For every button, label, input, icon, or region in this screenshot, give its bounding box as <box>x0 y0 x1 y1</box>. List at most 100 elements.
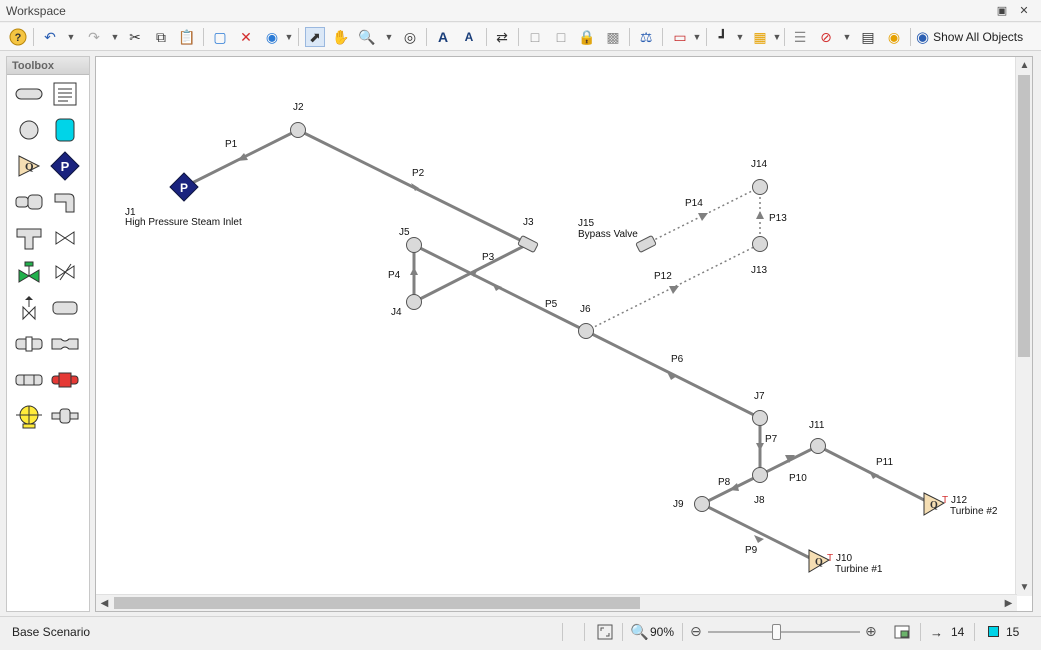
copy-icon[interactable]: ⧉ <box>151 27 171 47</box>
pipe-shape-dropdown-icon[interactable]: ▼ <box>692 27 702 47</box>
toolbar-separator <box>33 28 34 46</box>
pipe-network-diagram[interactable]: P Q Q J1 High Pressure Steam Inlet J2 J3… <box>96 57 1017 596</box>
area-change-tool-icon[interactable] <box>14 187 44 217</box>
assigned-flow-tool-icon[interactable]: Q <box>14 151 44 181</box>
screen-tool-icon[interactable] <box>14 329 44 359</box>
distribute-dropdown-icon[interactable]: ▼ <box>772 27 782 47</box>
vertical-scroll-thumb[interactable] <box>1018 75 1030 357</box>
increase-font-icon[interactable]: A <box>433 27 453 47</box>
reservoir-tool-icon[interactable] <box>50 115 80 145</box>
fit-to-window-icon[interactable] <box>596 623 614 644</box>
annotation-tool-icon[interactable] <box>50 79 80 109</box>
zoom-in-icon[interactable]: ⊕ <box>865 623 877 640</box>
help-icon[interactable]: ? <box>8 27 28 47</box>
check-valve-tool-icon[interactable] <box>50 257 80 287</box>
decrease-font-icon[interactable]: A <box>459 27 479 47</box>
heat-exchanger-tool-icon[interactable] <box>14 365 44 395</box>
align-dropdown-icon[interactable]: ▼ <box>735 27 745 47</box>
junction-j13[interactable] <box>752 236 768 252</box>
pipe-tool-icon[interactable] <box>14 79 44 109</box>
globe-icon[interactable]: ◉ <box>262 27 282 47</box>
zoom-slider-track[interactable] <box>708 631 860 633</box>
junction-j10[interactable]: Q <box>808 549 831 573</box>
junction-j15[interactable] <box>635 235 657 253</box>
bend-tool-icon[interactable] <box>50 187 80 217</box>
undo-dropdown-icon[interactable]: ▼ <box>66 27 76 47</box>
toolbar-separator <box>910 28 911 46</box>
group-icon[interactable]: ▩ <box>603 27 623 47</box>
junction-j4[interactable] <box>406 294 422 310</box>
find-binoculars-icon[interactable]: ◎ <box>400 27 420 47</box>
junction-j14[interactable] <box>752 179 768 195</box>
show-all-objects-label: Show All Objects <box>933 30 1024 44</box>
eye-icon: ◉ <box>916 29 930 46</box>
scroll-up-icon[interactable]: ▲ <box>1016 57 1033 74</box>
zoom-icon[interactable]: 🔍 <box>357 27 377 47</box>
zoom-out-icon[interactable]: ⊖ <box>690 623 702 640</box>
heater-tool-icon[interactable] <box>50 365 80 395</box>
pointer-icon[interactable]: ⬈ <box>305 27 325 47</box>
scroll-left-icon[interactable]: ◀ <box>96 595 113 612</box>
scroll-right-icon[interactable]: ▶ <box>1000 595 1017 612</box>
relief-valve-tool-icon[interactable] <box>14 293 44 323</box>
zoom-slider-thumb[interactable] <box>772 624 781 640</box>
zoom-magnifier-icon: 🔍 <box>630 624 649 641</box>
orifice-tool-icon[interactable] <box>50 293 80 323</box>
junction-j6[interactable] <box>578 323 594 339</box>
junction-j1[interactable]: P <box>169 172 199 202</box>
redo-dropdown-icon[interactable]: ▼ <box>110 27 120 47</box>
annotation-icon[interactable]: ☰ <box>790 27 810 47</box>
zoom-dropdown-icon[interactable]: ▼ <box>384 27 394 47</box>
renumber-icon[interactable]: ⚖ <box>636 27 656 47</box>
junction-j3[interactable] <box>517 235 539 253</box>
venturi-tool-icon[interactable] <box>50 329 80 359</box>
show-all-objects-button[interactable]: ◉ Show All Objects <box>916 27 1023 47</box>
paste-icon[interactable]: 📋 <box>177 27 197 47</box>
junction-j11[interactable] <box>810 438 826 454</box>
branch-tool-icon[interactable] <box>14 115 44 145</box>
vertical-scrollbar[interactable]: ▲ ▼ <box>1015 57 1032 596</box>
redo-icon[interactable]: ↷ <box>84 27 104 47</box>
no-entry-dropdown-icon[interactable]: ▼ <box>842 27 852 47</box>
cut-icon[interactable]: ✂ <box>125 27 145 47</box>
pipe-label-p6: P6 <box>671 354 684 365</box>
junction-j8[interactable] <box>752 467 768 483</box>
horizontal-scrollbar[interactable]: ◀ ▶ <box>96 594 1017 611</box>
compressor-tool-icon[interactable] <box>14 401 44 431</box>
junction-j9[interactable] <box>694 496 710 512</box>
align-icon[interactable]: ┛ <box>713 27 733 47</box>
bring-front-icon[interactable]: □ <box>525 27 545 47</box>
valve-tool-icon[interactable] <box>50 223 80 253</box>
properties-icon[interactable]: ▤ <box>858 27 878 47</box>
assigned-pressure-tool-icon[interactable]: P <box>50 151 80 181</box>
undo-icon[interactable]: ↶ <box>40 27 60 47</box>
delete-icon[interactable]: ✕ <box>236 27 256 47</box>
lock-icon[interactable]: 🔒 <box>577 27 597 47</box>
lightbulb-icon[interactable]: ◉ <box>884 27 904 47</box>
reverse-direction-icon[interactable]: ⇄ <box>492 27 512 47</box>
toolbox-panel: Toolbox Q P <box>6 56 90 612</box>
junction-j2[interactable] <box>290 122 306 138</box>
pipe-p9[interactable] <box>701 502 817 563</box>
workspace-canvas[interactable]: P Q Q J1 High Pressure Steam Inlet J2 J3… <box>95 56 1033 612</box>
junction-j7[interactable] <box>752 410 768 426</box>
close-icon[interactable]: ✕ <box>1016 3 1032 19</box>
junction-j12[interactable]: Q <box>923 492 946 516</box>
pipe-count: 14 <box>951 625 965 639</box>
select-all-icon[interactable]: ▢ <box>210 27 230 47</box>
junction-j5[interactable] <box>406 237 422 253</box>
scroll-down-icon[interactable]: ▼ <box>1016 579 1033 596</box>
no-entry-icon[interactable]: ⊘ <box>816 27 836 47</box>
pipe-shape-icon[interactable]: ▭ <box>670 27 690 47</box>
control-valve-tool-icon[interactable] <box>14 257 44 287</box>
overview-map-icon[interactable] <box>893 623 911 644</box>
general-component-tool-icon[interactable] <box>50 401 80 431</box>
restore-icon[interactable]: ▣ <box>994 3 1010 19</box>
pan-hand-icon[interactable]: ✋ <box>331 27 351 47</box>
distribute-icon[interactable]: ▦ <box>750 27 770 47</box>
send-back-icon[interactable]: □ <box>551 27 571 47</box>
horizontal-scroll-thumb[interactable] <box>114 597 640 609</box>
tee-tool-icon[interactable] <box>14 223 44 253</box>
pipe-label-p3: P3 <box>482 252 495 263</box>
globe-dropdown-icon[interactable]: ▼ <box>284 27 294 47</box>
